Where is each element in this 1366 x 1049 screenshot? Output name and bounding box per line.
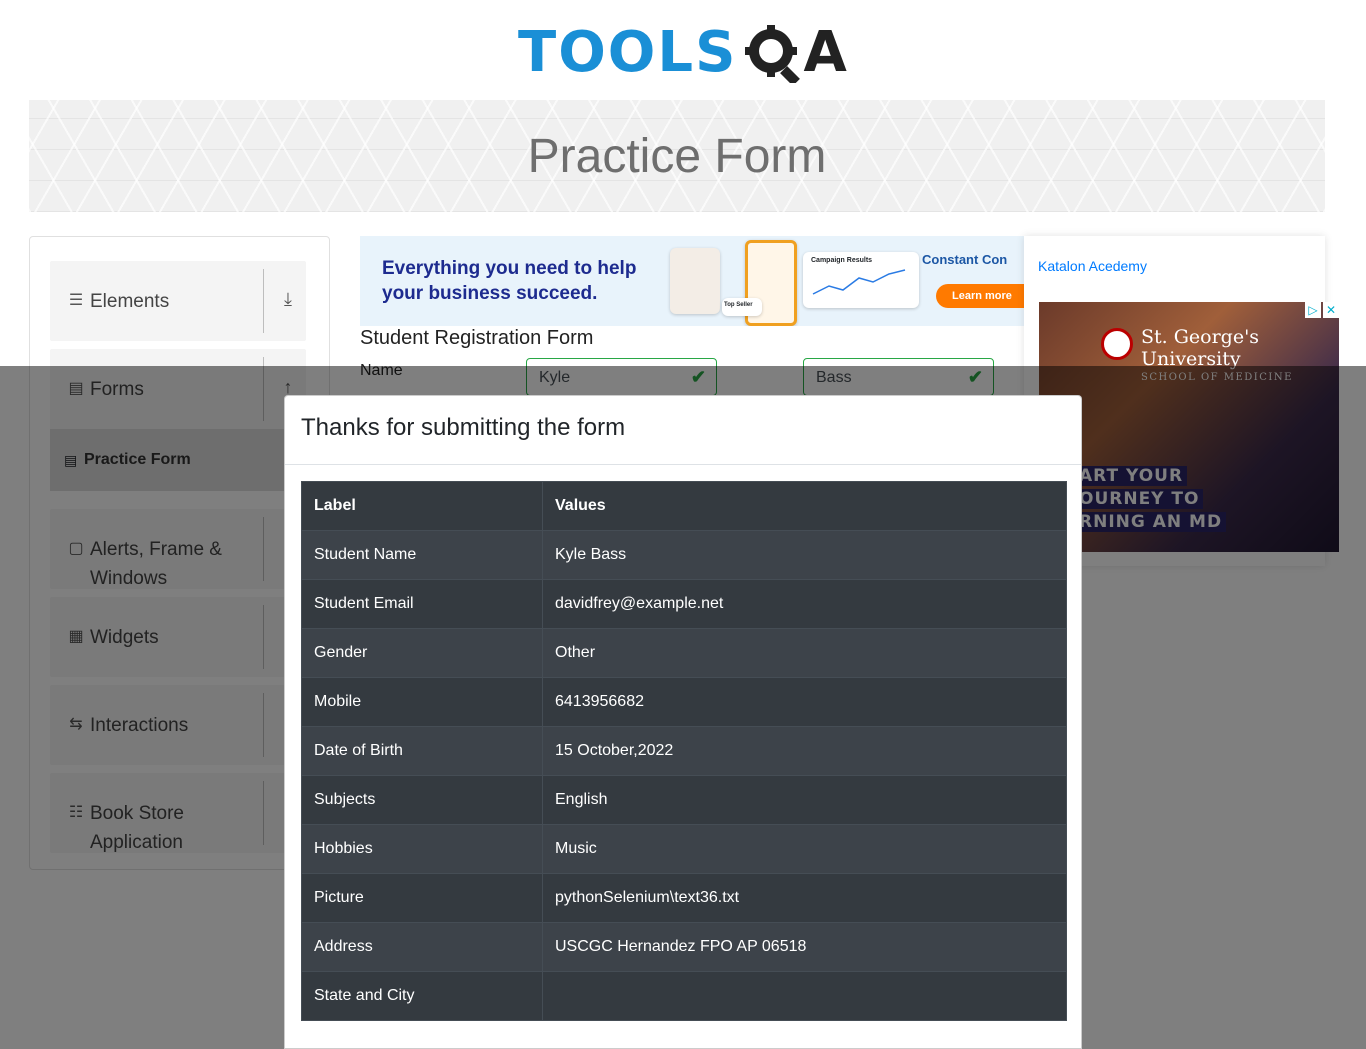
page-banner: Practice Form bbox=[29, 100, 1325, 212]
row-label: Date of Birth bbox=[301, 726, 543, 776]
katalon-academy-link[interactable]: Katalon Acedemy bbox=[1038, 258, 1147, 274]
bars-icon: ☰ bbox=[68, 292, 84, 309]
row-label: Address bbox=[301, 922, 543, 972]
row-label: Student Name bbox=[301, 530, 543, 580]
logo-qa: A bbox=[743, 20, 847, 85]
row-label: State and City bbox=[301, 971, 543, 1021]
table-row: Subjects English bbox=[301, 775, 1067, 825]
table-row: State and City bbox=[301, 971, 1067, 1021]
row-label: Picture bbox=[301, 873, 543, 923]
logo-a-text: A bbox=[803, 20, 847, 85]
sidebar-group-elements[interactable]: ☰ Elements ⤓ bbox=[50, 261, 306, 341]
ad-learn-more-button[interactable]: Learn more bbox=[936, 284, 1024, 308]
close-icon[interactable]: ✕ bbox=[1323, 302, 1339, 318]
row-label: Mobile bbox=[301, 677, 543, 727]
row-value: 6413956682 bbox=[542, 677, 1067, 727]
ad-headline-line2: your business succeed. bbox=[382, 283, 598, 304]
row-value: Other bbox=[542, 628, 1067, 678]
ad-campaign-label: Campaign Results bbox=[811, 257, 873, 264]
row-label: Subjects bbox=[301, 775, 543, 825]
form-title: Student Registration Form bbox=[360, 327, 594, 349]
row-value: davidfrey@example.net bbox=[542, 579, 1067, 629]
ad-top-seller: Top Seller bbox=[722, 298, 762, 316]
column-header-label: Label bbox=[301, 481, 543, 531]
row-value: USCGC Hernandez FPO AP 06518 bbox=[542, 922, 1067, 972]
results-table: Label Values Student Name Kyle Bass Stude… bbox=[301, 481, 1067, 1021]
table-row: Date of Birth 15 October,2022 bbox=[301, 726, 1067, 776]
table-row: Address USCGC Hernandez FPO AP 06518 bbox=[301, 922, 1067, 972]
table-row: Picture pythonSelenium\text36.txt bbox=[301, 873, 1067, 923]
table-row: Hobbies Music bbox=[301, 824, 1067, 874]
toolsqa-logo[interactable]: TOOLS A bbox=[518, 16, 847, 90]
download-arrow-icon[interactable]: ⤓ bbox=[276, 289, 300, 313]
modal-title: Thanks for submitting the form bbox=[301, 414, 626, 441]
table-row: Student Email davidfrey@example.net bbox=[301, 579, 1067, 629]
university-seal-icon bbox=[1101, 328, 1133, 360]
ad-headline-line1: Everything you need to help bbox=[382, 258, 637, 279]
row-label: Hobbies bbox=[301, 824, 543, 874]
row-value: English bbox=[542, 775, 1067, 825]
modal-header: Thanks for submitting the form bbox=[285, 396, 1081, 465]
sidebar-group-title: Elements bbox=[90, 291, 170, 312]
table-row: Gender Other bbox=[301, 628, 1067, 678]
table-row: Student Name Kyle Bass bbox=[301, 530, 1067, 580]
divider bbox=[263, 269, 264, 333]
table-row: Mobile 6413956682 bbox=[301, 677, 1067, 727]
ad-choices-icon[interactable]: ▷ bbox=[1305, 302, 1321, 318]
ad-banner[interactable]: Everything you need to help your busines… bbox=[360, 236, 1024, 326]
row-label: Student Email bbox=[301, 579, 543, 629]
page-title: Practice Form bbox=[527, 129, 827, 183]
row-value: Music bbox=[542, 824, 1067, 874]
row-value: pythonSelenium\text36.txt bbox=[542, 873, 1067, 923]
ad-product-image bbox=[670, 248, 720, 314]
row-value: 15 October,2022 bbox=[542, 726, 1067, 776]
line-graph-icon bbox=[812, 269, 906, 295]
ad-brand: Constant Con bbox=[922, 252, 1008, 267]
ad-school-title: St. George's University bbox=[1141, 326, 1260, 370]
logo-tools-text: TOOLS bbox=[518, 20, 738, 85]
row-value bbox=[542, 971, 1067, 1021]
submission-modal: Thanks for submitting the form Label Val… bbox=[284, 395, 1082, 1049]
column-header-values: Values bbox=[542, 481, 1067, 531]
table-header-row: Label Values bbox=[301, 481, 1067, 531]
row-label: Gender bbox=[301, 628, 543, 678]
ad-campaign-card: Campaign Results bbox=[803, 252, 919, 308]
row-value: Kyle Bass bbox=[542, 530, 1067, 580]
ad-headline: Everything you need to help your busines… bbox=[382, 256, 636, 306]
gear-magnifier-icon bbox=[745, 25, 801, 83]
